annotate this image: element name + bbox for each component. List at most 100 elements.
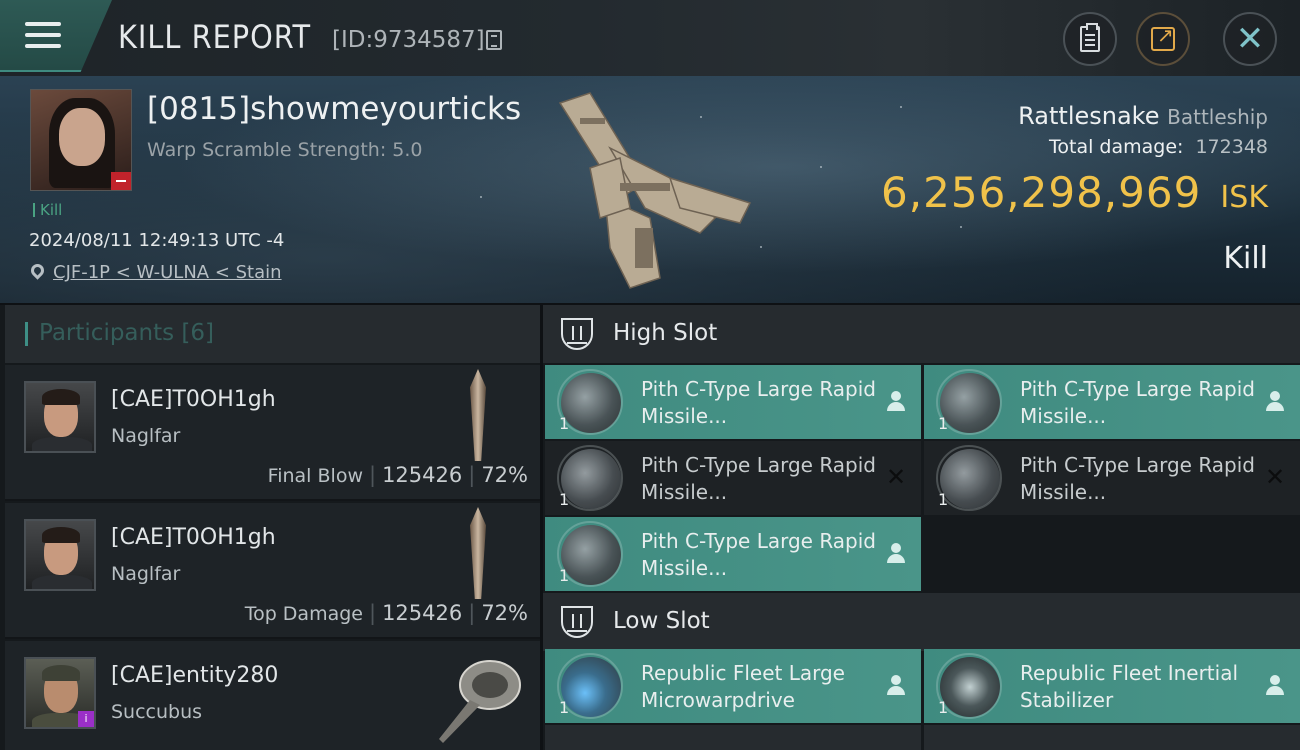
module-name: Pith C-Type Large Rapid Missile... [641,529,876,580]
participant-ship: Naglfar [111,425,181,447]
clipboard-button[interactable] [1063,12,1117,66]
star [900,106,902,108]
low-slot-title: Low Slot [613,608,710,634]
close-button[interactable]: ✕ [1223,12,1277,66]
low-slot-module[interactable]: 1 Republic Fleet Inertial Stabilizer [924,649,1300,723]
header-bar: KILL REPORT [ID:9734587] ✕ [0,0,1300,76]
victim-avatar[interactable] [30,89,132,191]
module-quantity: 1 [559,698,570,717]
page-title: KILL REPORT [118,18,312,56]
participant-damage: 125426 [382,601,463,625]
menu-button[interactable] [0,0,112,72]
module-name: Pith C-Type Large Rapid Missile... [1020,377,1255,428]
module-name: Republic Fleet Inertial Stabilizer [1020,661,1239,712]
participant-ship: Succubus [111,701,203,723]
victim-ship-name[interactable]: Rattlesnake Battleship [1018,102,1268,130]
high-slot-module[interactable]: 1 Pith C-Type Large Rapid Missile... [545,517,921,591]
victim-ship-image[interactable] [550,88,760,293]
microwarpdrive-icon [557,653,623,719]
participant-percent: 72% [481,601,528,625]
kill-datetime: 2024/08/11 12:49:13 UTC -4 [29,230,285,251]
total-damage-value: 172348 [1195,136,1268,158]
module-quantity: 1 [559,566,570,585]
ship-class-label: Battleship [1167,105,1268,129]
participants-panel: Participants [6] [CAE]T0OH1gh Naglfar Fi… [0,305,540,750]
avatar[interactable] [24,381,96,453]
low-slot-module[interactable]: 1 Republic Fleet Large Microwarpdrive [545,649,921,723]
participant-ship-image [439,660,521,743]
module-name: Pith C-Type Large Rapid Missile... [641,453,876,504]
dropped-person-icon [1264,389,1286,413]
report-id: [ID:9734587] [332,27,485,53]
high-slot-module[interactable]: 1 Pith C-Type Large Rapid Missile... ✕ [924,441,1300,515]
participant-stats: Final Blow | 125426 | 72% [267,463,528,487]
isk-value: 6,256,298,969 ISK [881,168,1268,217]
high-slot-module[interactable]: 1 Pith C-Type Large Rapid Missile... ✕ [545,441,921,515]
participant-damage: 125426 [382,463,463,487]
destroyed-x-icon: ✕ [1264,463,1286,491]
warp-scramble-strength: Warp Scramble Strength: 5.0 [147,139,423,161]
victim-name[interactable]: [0815]showmeyourticks [147,91,521,127]
participant-ship-image [470,369,486,461]
destroyed-x-icon: ✕ [885,463,907,491]
ship-name-label: Rattlesnake [1018,102,1160,130]
low-slot-header: Low Slot [543,593,1300,651]
low-slot-module-partial[interactable] [924,725,1300,750]
avatar[interactable]: i [24,657,96,729]
missile-launcher-icon [557,369,623,435]
participant-ship-image [470,507,486,599]
participant-ship: Naglfar [111,563,181,585]
participant-name: [CAE]T0OH1gh [111,387,276,412]
star [960,226,962,228]
module-quantity: 1 [559,414,570,433]
fitting-panel: High Slot 1 Pith C-Type Large Rapid Miss… [543,305,1300,750]
module-quantity: 1 [938,698,949,717]
participant-stats: Top Damage | 125426 | 72% [244,601,528,625]
participant-role: Final Blow [267,465,363,487]
high-slot-icon [561,318,593,350]
low-slot-module-partial[interactable] [545,725,921,750]
dropped-person-icon [885,389,907,413]
total-damage: Total damage: 172348 [1049,136,1268,158]
participant-name: [CAE]entity280 [111,663,279,688]
missile-launcher-icon [557,521,623,587]
star [820,166,822,168]
corp-role-icon: i [78,711,94,727]
share-button[interactable] [1136,12,1190,66]
result-label: Kill [1223,241,1268,276]
dropped-person-icon [1264,673,1286,697]
missile-launcher-icon [557,445,623,511]
high-slot-header: High Slot [543,305,1300,363]
star [480,196,482,198]
victim-banner: [0815]showmeyourticks Warp Scramble Stre… [0,76,1300,303]
participant-row[interactable]: [CAE]T0OH1gh Naglfar Final Blow | 125426 | 7… [5,365,540,501]
location-pin-icon [28,261,47,280]
menu-icon [25,22,61,48]
module-quantity: 1 [938,414,949,433]
kill-tag: Kill [33,201,62,219]
kill-location-link[interactable]: CJF-1P < W-ULNA < Stain [53,262,282,283]
missile-launcher-icon [936,445,1002,511]
low-slot-icon [561,606,593,638]
dropped-person-icon [885,541,907,565]
participant-name: [CAE]T0OH1gh [111,525,276,550]
clipboard-icon [1080,23,1100,52]
participant-row[interactable]: i [CAE]entity280 Succubus [5,641,540,750]
module-name: Republic Fleet Large Microwarpdrive [641,661,845,712]
high-slot-title: High Slot [613,320,718,346]
avatar[interactable] [24,519,96,591]
close-icon: ✕ [1235,19,1265,59]
participants-label: Participants [6] [39,320,214,346]
missile-launcher-icon [936,369,1002,435]
high-slot-module[interactable]: 1 Pith C-Type Large Rapid Missile... [924,365,1300,439]
loss-badge-icon [111,172,131,190]
participant-percent: 72% [481,463,528,487]
module-name: Pith C-Type Large Rapid Missile... [641,377,876,428]
module-quantity: 1 [938,490,949,509]
high-slot-module[interactable]: 1 Pith C-Type Large Rapid Missile... [545,365,921,439]
participants-header[interactable]: Participants [6] [5,305,540,363]
copy-icon[interactable] [486,30,502,50]
inertial-stabilizer-icon [936,653,1002,719]
participant-role: Top Damage [244,603,363,625]
participant-row[interactable]: [CAE]T0OH1gh Naglfar Top Damage | 125426 | 7… [5,503,540,639]
